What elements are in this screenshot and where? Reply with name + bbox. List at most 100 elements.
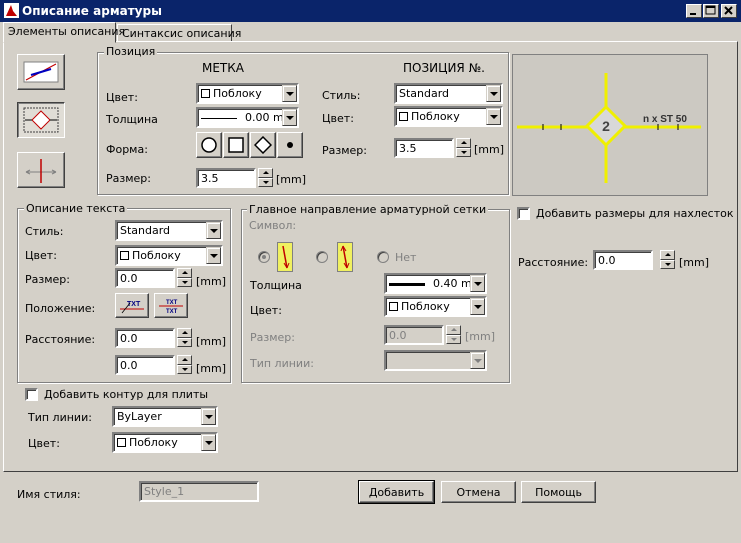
rebar-line-icon bbox=[23, 61, 59, 83]
number-color-label: Цвет: bbox=[322, 112, 354, 125]
color-swatch bbox=[389, 302, 398, 311]
symbol-radio-2[interactable] bbox=[316, 251, 328, 263]
overlap-distance-input[interactable]: 0.0 bbox=[593, 250, 653, 270]
symbol-radio-none[interactable] bbox=[377, 251, 389, 263]
color-swatch bbox=[201, 89, 210, 98]
text-distance-spinner-1[interactable] bbox=[177, 328, 192, 347]
text-position-both-button[interactable]: TXT TXT bbox=[154, 293, 188, 318]
position-number-header: ПОЗИЦИЯ №. bbox=[403, 61, 485, 75]
symbol-arrow-2-icon bbox=[337, 242, 353, 272]
number-size-unit: [mm] bbox=[474, 143, 505, 156]
color-swatch bbox=[399, 112, 408, 121]
color-swatch bbox=[120, 251, 129, 260]
dimension-line-icon bbox=[25, 159, 57, 183]
overlap-distance-spinner[interactable] bbox=[660, 250, 675, 269]
tab-description-elements[interactable]: Элементы описания bbox=[3, 22, 125, 43]
mesh-direction-title: Главное направление арматурной сетки bbox=[247, 203, 489, 216]
minimize-icon bbox=[690, 13, 696, 15]
add-button[interactable]: Добавить bbox=[358, 480, 435, 504]
marker-thickness-select[interactable]: 0.00 m bbox=[196, 107, 299, 128]
mesh-color-select[interactable]: Поблоку bbox=[384, 296, 487, 317]
svg-text:TXT: TXT bbox=[166, 309, 178, 315]
marker-button[interactable] bbox=[17, 102, 65, 138]
shape-square-button[interactable] bbox=[223, 132, 249, 158]
cancel-button[interactable]: Отмена bbox=[441, 481, 516, 503]
text-position-above-button[interactable]: TXT bbox=[115, 293, 149, 318]
shape-diamond-button[interactable] bbox=[250, 132, 276, 158]
shape-circle-button[interactable] bbox=[196, 132, 222, 158]
preview-pane: 2 n x ST 50 bbox=[512, 54, 708, 196]
text-style-select[interactable]: Standard bbox=[115, 220, 223, 241]
style-name-label: Имя стиля: bbox=[17, 488, 81, 501]
chevron-down-icon[interactable] bbox=[486, 108, 501, 125]
chevron-down-icon[interactable] bbox=[206, 247, 221, 264]
text-position-label: Положение: bbox=[25, 302, 96, 315]
marker-color-label: Цвет: bbox=[106, 91, 138, 104]
number-size-input[interactable]: 3.5 bbox=[394, 138, 454, 158]
text-description-title: Описание текста bbox=[24, 202, 128, 215]
diamond-icon bbox=[254, 136, 272, 154]
number-color-select[interactable]: Поблоку bbox=[394, 106, 503, 127]
symbol-radio-1[interactable] bbox=[258, 251, 270, 263]
mesh-thickness-label: Толщина bbox=[250, 279, 302, 292]
chevron-down-icon[interactable] bbox=[470, 298, 485, 315]
text-distance-unit-2: [mm] bbox=[196, 362, 227, 375]
text-color-select[interactable]: Поблоку bbox=[115, 245, 223, 266]
mesh-linetype-select[interactable] bbox=[384, 350, 487, 371]
chevron-down-icon[interactable] bbox=[470, 275, 485, 292]
text-size-input[interactable]: 0.0 bbox=[115, 268, 175, 288]
number-style-label: Стиль: bbox=[322, 89, 361, 102]
marker-size-label: Размер: bbox=[106, 172, 151, 185]
marker-diamond-icon bbox=[23, 107, 59, 133]
add-contour-checkbox[interactable] bbox=[25, 388, 38, 401]
text-distance-spinner-2[interactable] bbox=[177, 355, 192, 374]
number-style-select[interactable]: Standard bbox=[394, 83, 503, 104]
chevron-down-icon[interactable] bbox=[201, 434, 216, 451]
marker-shape-label: Форма: bbox=[106, 143, 148, 156]
chevron-down-icon[interactable] bbox=[201, 408, 216, 425]
title-bar[interactable]: Описание арматуры bbox=[0, 0, 741, 22]
close-button[interactable] bbox=[721, 4, 737, 18]
help-button[interactable]: Помощь bbox=[521, 481, 596, 503]
minimize-button[interactable] bbox=[686, 4, 702, 18]
mesh-thickness-select[interactable]: 0.40 m bbox=[384, 273, 487, 294]
chevron-down-icon[interactable] bbox=[470, 352, 485, 369]
chevron-down-icon[interactable] bbox=[486, 85, 501, 102]
contour-color-select[interactable]: Поблоку bbox=[112, 432, 218, 453]
marker-size-unit: [mm] bbox=[276, 173, 307, 186]
mesh-color-label: Цвет: bbox=[250, 304, 282, 317]
text-distance-input-1[interactable]: 0.0 bbox=[115, 328, 175, 348]
contour-color-label: Цвет: bbox=[28, 437, 60, 450]
text-distance-unit-1: [mm] bbox=[196, 335, 227, 348]
contour-linetype-select[interactable]: ByLayer bbox=[112, 406, 218, 427]
style-name-input[interactable]: Style_1 bbox=[139, 481, 259, 502]
overlap-dimensions-checkbox[interactable] bbox=[517, 207, 530, 220]
contour-linetype-label: Тип линии: bbox=[28, 411, 92, 424]
shape-dot-button[interactable] bbox=[277, 132, 303, 158]
overlap-dimensions-label: Добавить размеры для нахлесток bbox=[536, 207, 734, 220]
rebar-line-button[interactable] bbox=[17, 54, 65, 90]
text-color-label: Цвет: bbox=[25, 249, 57, 262]
text-distance-label: Расстояние: bbox=[25, 333, 96, 346]
line-preview bbox=[389, 282, 425, 286]
marker-thickness-label: Толщина bbox=[106, 113, 158, 126]
marker-color-select[interactable]: Поблоку bbox=[196, 83, 299, 104]
text-distance-input-2[interactable]: 0.0 bbox=[115, 355, 175, 375]
maximize-button[interactable] bbox=[703, 4, 719, 18]
chevron-down-icon[interactable] bbox=[282, 85, 297, 102]
mesh-size-input[interactable]: 0.0 bbox=[384, 325, 444, 345]
text-size-label: Размер: bbox=[25, 273, 70, 286]
chevron-down-icon[interactable] bbox=[206, 222, 221, 239]
marker-size-spinner[interactable] bbox=[258, 168, 273, 187]
add-contour-label: Добавить контур для плиты bbox=[44, 388, 209, 401]
dot-icon bbox=[287, 142, 293, 148]
mesh-size-spinner[interactable] bbox=[446, 325, 461, 344]
chevron-down-icon[interactable] bbox=[282, 109, 297, 126]
text-style-label: Стиль: bbox=[25, 225, 64, 238]
number-size-spinner[interactable] bbox=[456, 138, 471, 157]
dimension-line-button[interactable] bbox=[17, 152, 65, 188]
tab-description-syntax[interactable]: Синтаксис описания bbox=[117, 24, 241, 42]
marker-size-input[interactable]: 3.5 bbox=[196, 168, 256, 188]
text-both-sides-icon: TXT TXT bbox=[159, 300, 183, 315]
text-size-spinner[interactable] bbox=[177, 268, 192, 287]
